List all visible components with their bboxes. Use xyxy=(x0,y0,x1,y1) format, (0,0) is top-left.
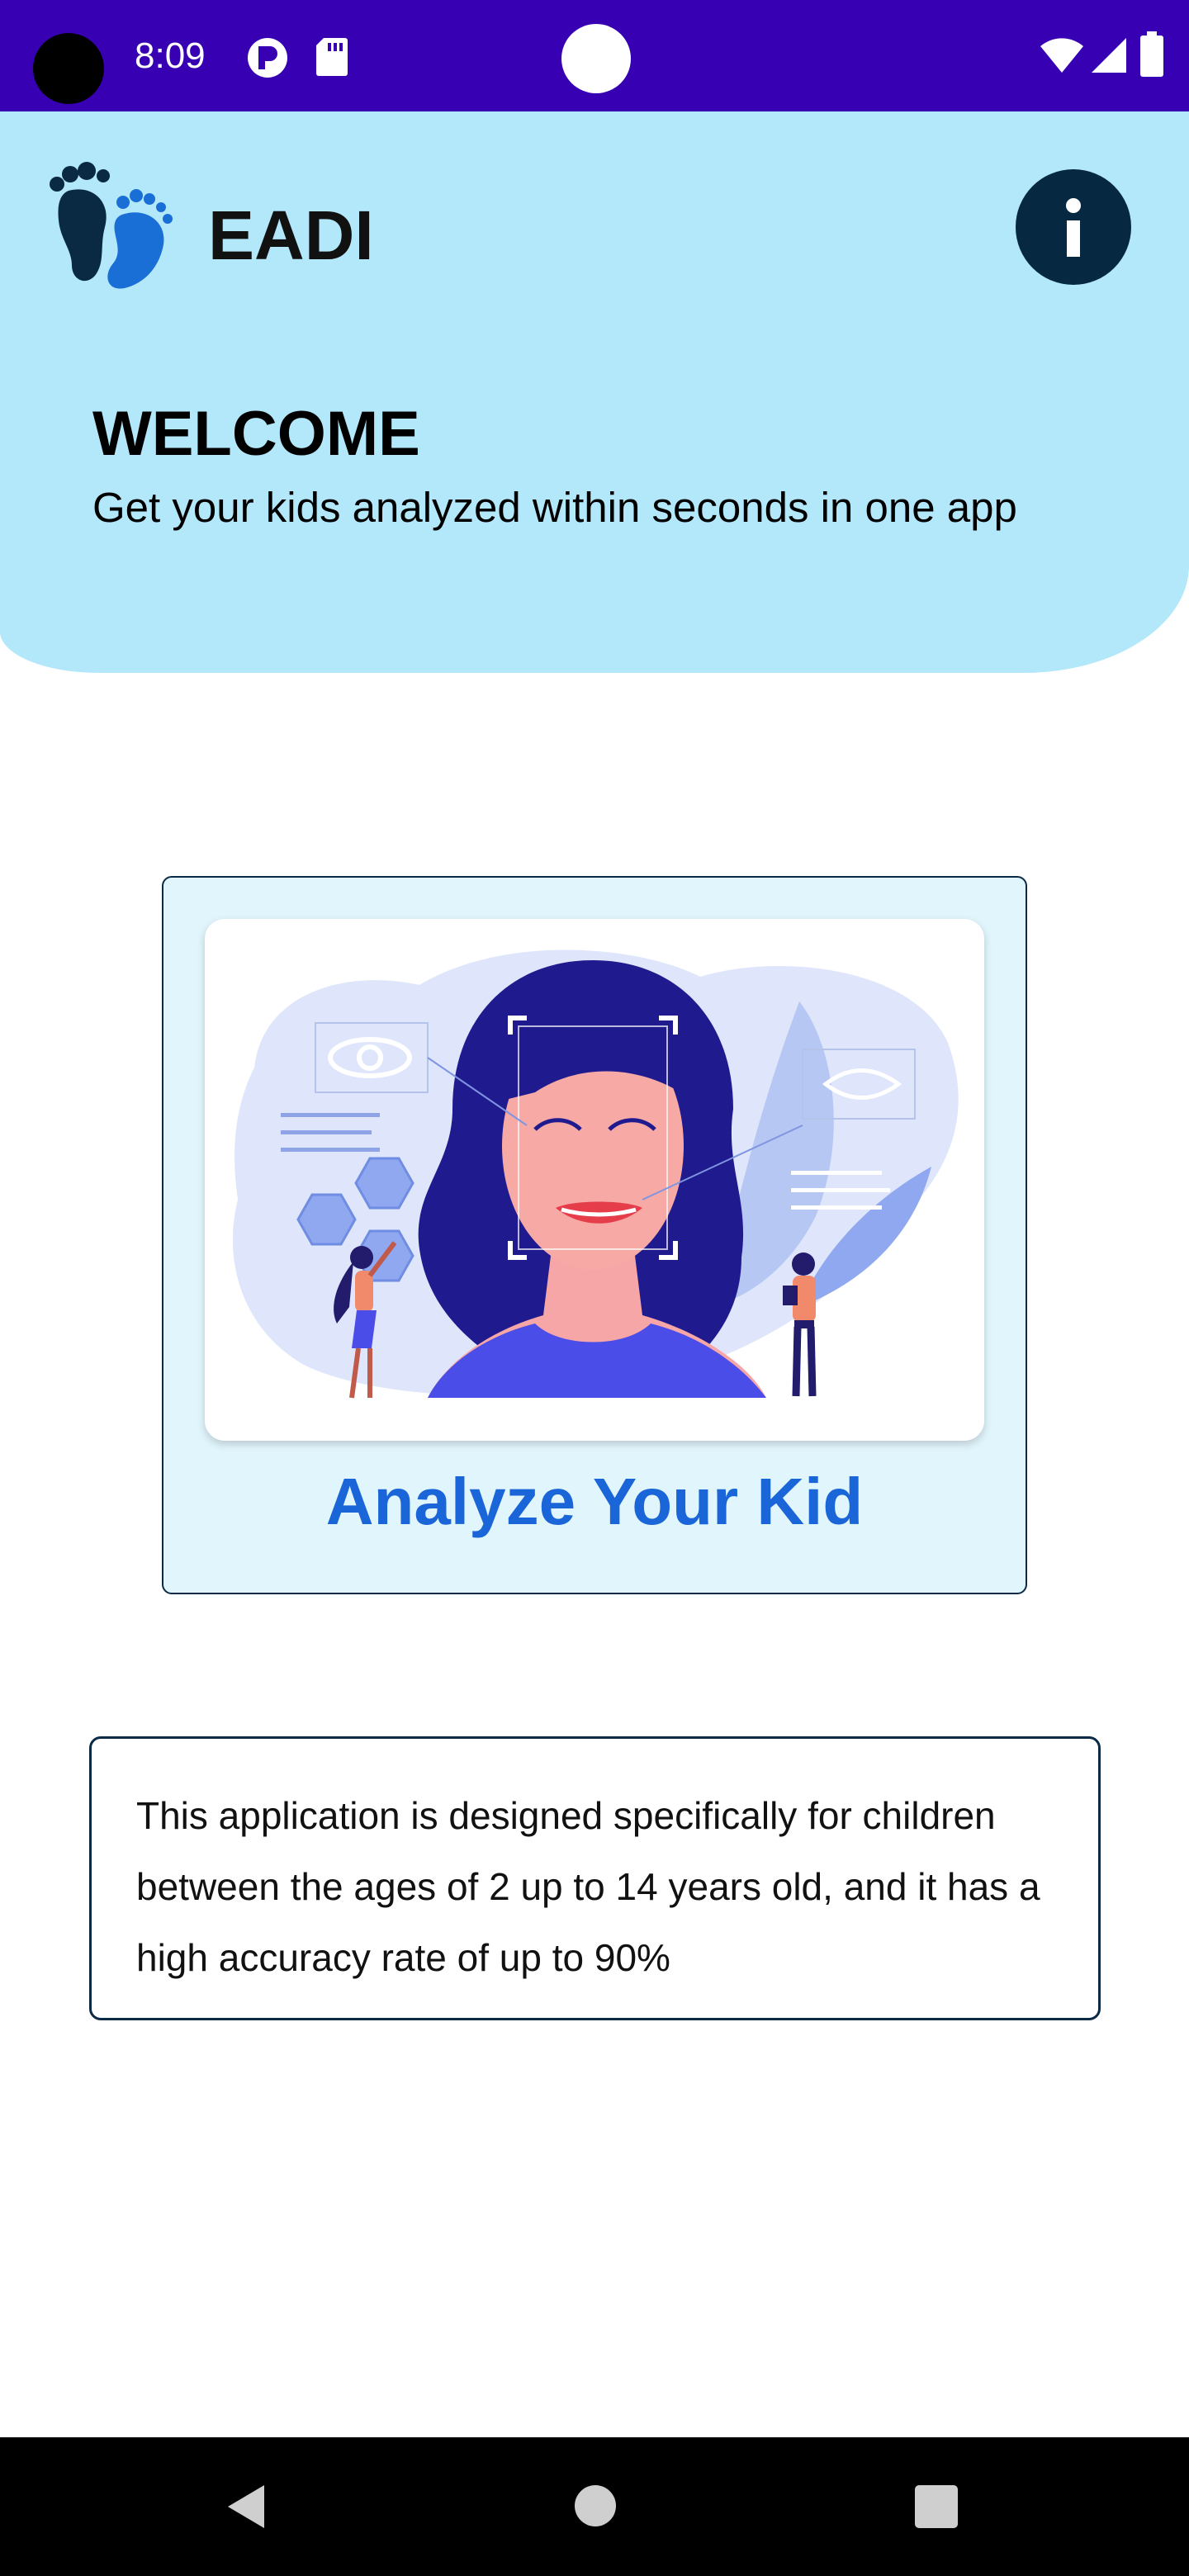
welcome-subtitle: Get your kids analyzed within seconds in… xyxy=(92,484,1017,531)
face-recognition-illustration xyxy=(205,919,984,1441)
welcome-header: EADI WELCOME Get your kids analyzed with… xyxy=(0,111,1189,673)
analyze-kid-label: Analyze Your Kid xyxy=(325,1465,864,1538)
status-bar: 8:09 xyxy=(0,0,1189,111)
back-icon[interactable] xyxy=(223,2482,272,2531)
home-icon[interactable] xyxy=(573,2484,618,2528)
analyze-kid-card[interactable]: Analyze Your Kid xyxy=(162,876,1027,1594)
battery-icon xyxy=(1140,31,1163,77)
camera-cutout xyxy=(33,33,104,104)
recents-icon[interactable] xyxy=(915,2485,958,2528)
system-navigation-bar xyxy=(0,2437,1189,2576)
privacy-indicator-icon xyxy=(248,38,287,78)
cellular-signal-icon xyxy=(1092,38,1126,73)
baby-footprints-icon xyxy=(50,162,173,289)
app-description-text: This application is designed specificall… xyxy=(136,1794,1040,1979)
wifi-icon xyxy=(1040,38,1083,73)
app-description-box: This application is designed specificall… xyxy=(89,1736,1101,2020)
info-icon xyxy=(1066,198,1081,257)
status-time: 8:09 xyxy=(135,36,206,76)
sd-card-icon xyxy=(316,38,348,76)
center-indicator-dot xyxy=(561,24,631,93)
app-title: EADI xyxy=(208,197,374,274)
welcome-title: WELCOME xyxy=(92,399,420,469)
info-button[interactable] xyxy=(1016,169,1131,285)
